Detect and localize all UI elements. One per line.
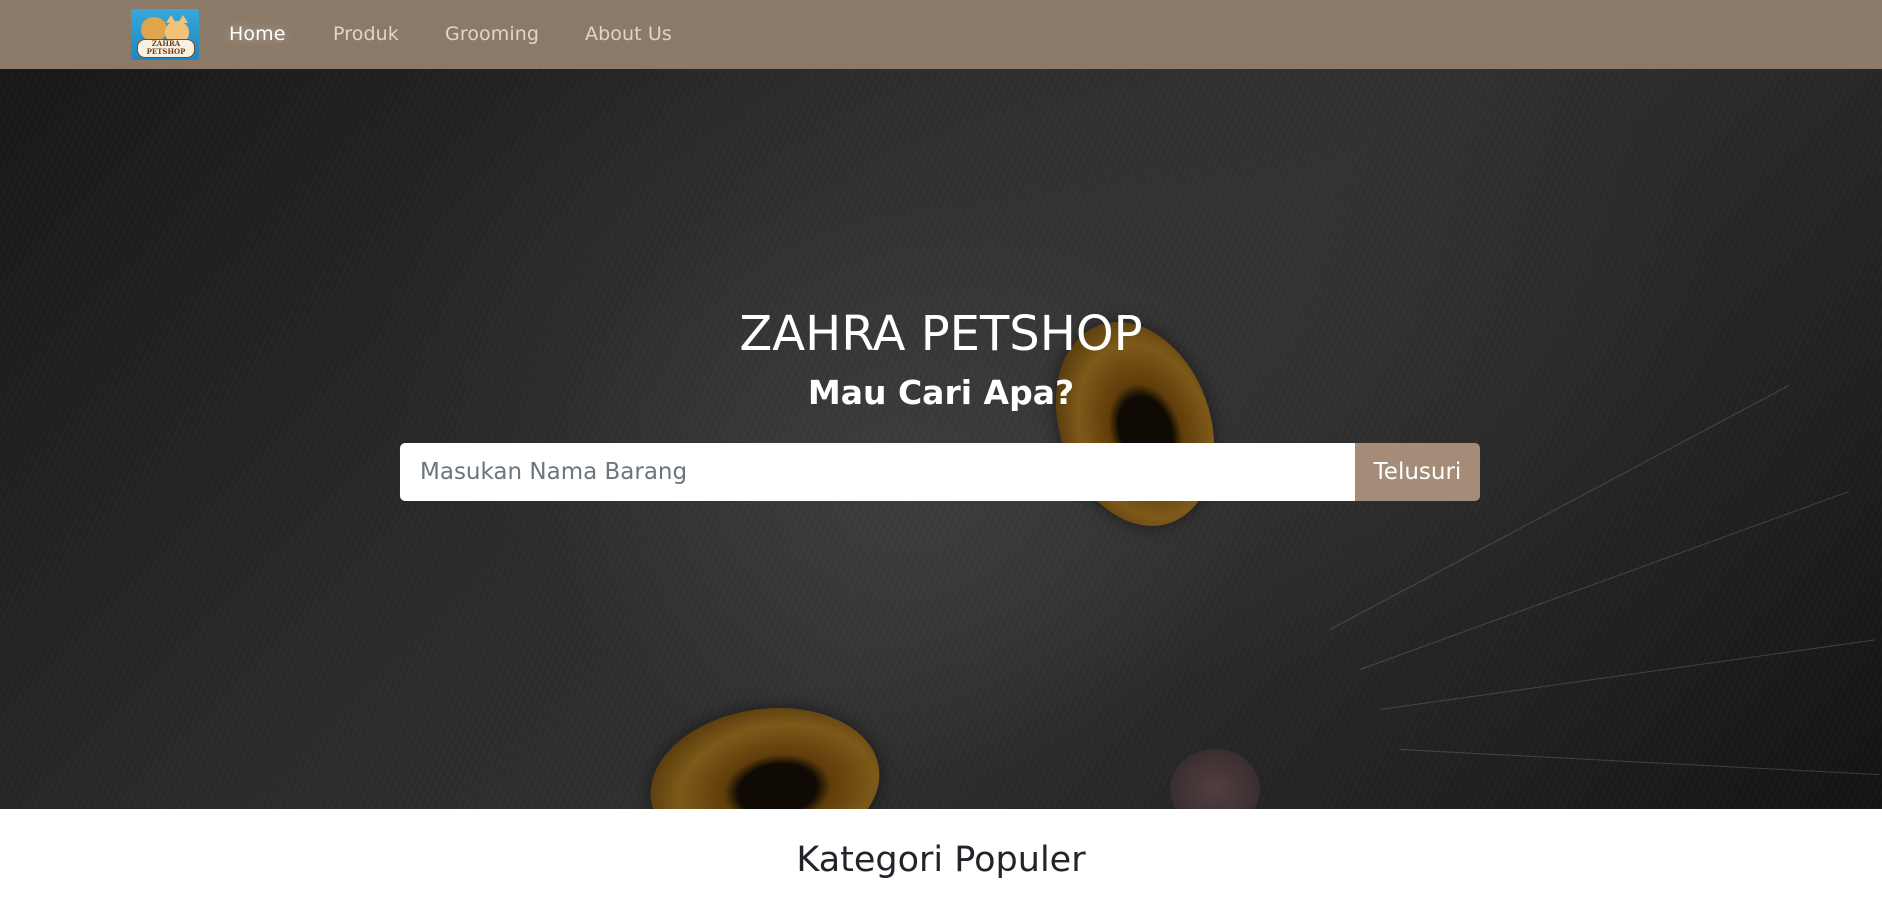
brand-logo[interactable]: ZAHRA PETSHOP (131, 9, 199, 60)
nav-home[interactable]: Home (229, 22, 286, 46)
section-title: Kategori Populer (796, 840, 1086, 880)
nav-produk[interactable]: Produk (333, 22, 399, 46)
search-input[interactable] (400, 443, 1355, 501)
hero-title: ZAHRA PETSHOP (739, 306, 1143, 362)
logo-text: ZAHRA PETSHOP (137, 39, 195, 58)
search-button[interactable]: Telusuri (1355, 443, 1480, 501)
navbar: ZAHRA PETSHOP Home Produk Grooming About … (0, 0, 1882, 69)
hero-subtitle: Mau Cari Apa? (807, 373, 1075, 412)
hero-overlay (0, 69, 1882, 809)
hero-banner: ZAHRA PETSHOP Mau Cari Apa? Telusuri (0, 69, 1882, 809)
nav-about-us[interactable]: About Us (585, 22, 672, 46)
nav-grooming[interactable]: Grooming (445, 22, 539, 46)
dog-icon (141, 17, 167, 41)
